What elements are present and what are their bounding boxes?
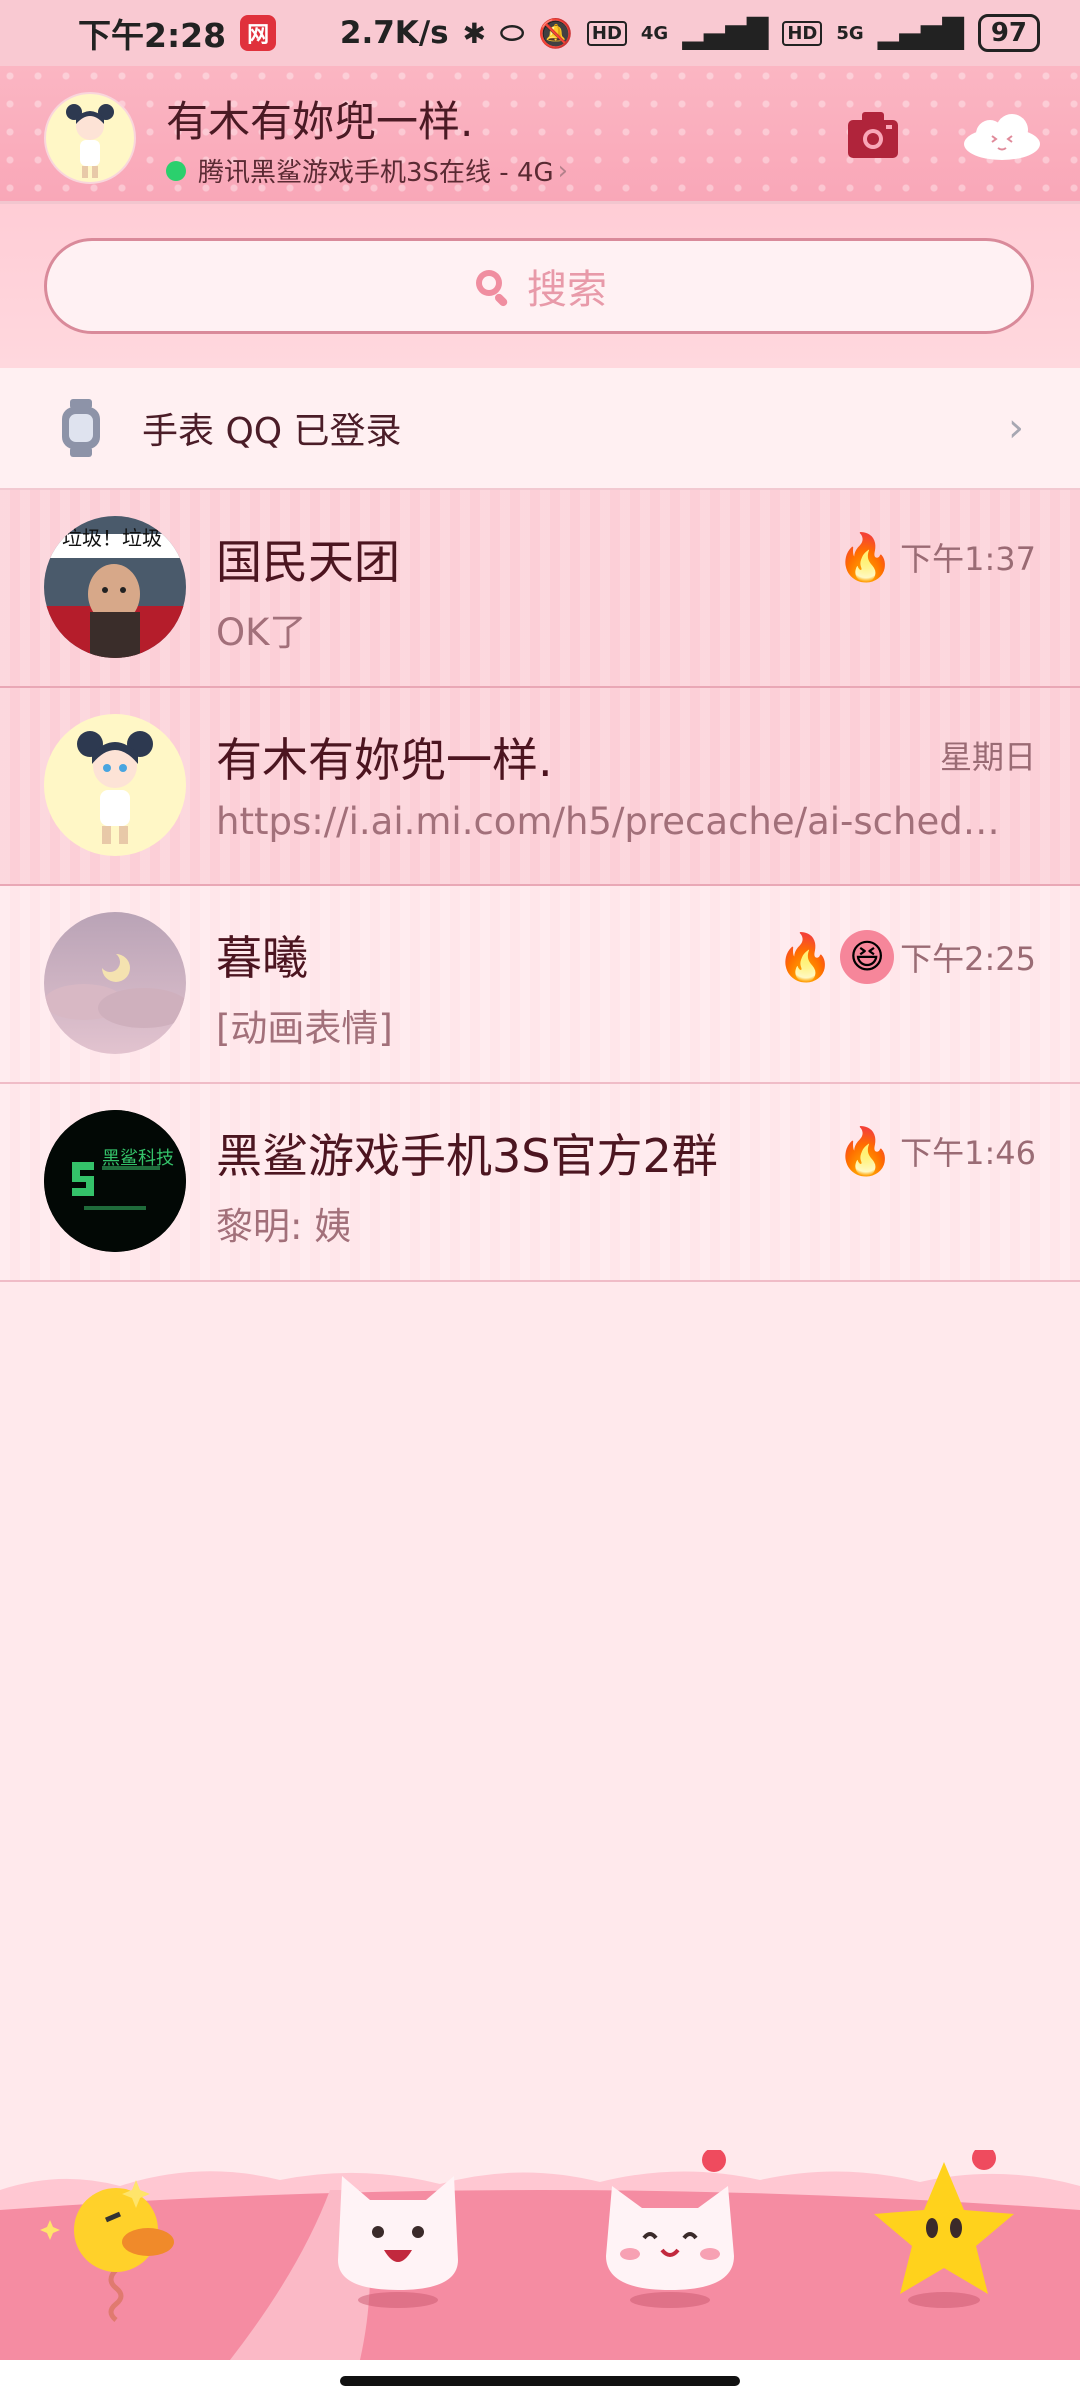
hd-badge-2: HD [782,20,823,46]
conversation-item[interactable]: 暮曦 [动画表情] 🔥 😆 下午2:25 [0,886,1080,1084]
netease-music-icon: 网 [240,15,277,51]
battery-indicator: 97 [977,14,1040,52]
bottom-tab-bar [0,2150,1080,2360]
search-icon [471,265,513,307]
online-status[interactable]: 腾讯黑鲨游戏手机3S在线 - 4G › [166,152,568,189]
cat-icon [338,2176,458,2308]
online-status-text: 腾讯黑鲨游戏手机3S在线 - 4G [198,158,554,188]
conversation-meta: 🔥 😆 下午2:25 [777,930,1036,984]
group-avatar[interactable]: 黑鲨科技 [44,1110,186,1252]
conversation-meta: 星期日 [940,732,1036,778]
watch-qq-banner[interactable]: 手表 QQ 已登录 › [0,368,1080,490]
conversation-item[interactable]: 有木有妳兜一样. https://i.ai.mi.com/h5/precache… [0,688,1080,886]
search-placeholder: 搜索 [527,267,607,313]
search-area: 搜索 [0,204,1080,368]
contacts-tab[interactable] [318,2150,478,2360]
message-tab[interactable] [36,2150,196,2360]
avatar-caption: 垃圾！垃圾 [62,526,162,550]
fire-streak-icon: 🔥 [836,530,895,584]
app-header: 有木有妳兜一样. 腾讯黑鲨游戏手机3S在线 - 4G › [0,66,1080,204]
user-nickname[interactable]: 有木有妳兜一样. [166,88,473,149]
conversation-preview: OK了 [216,611,307,654]
mute-bell-icon: 🔕 [538,16,573,50]
camera-icon[interactable] [846,110,900,160]
kitty-icon [606,2186,734,2308]
bluetooth-icon: ✱ [462,16,487,50]
conversation-name: 有木有妳兜一样. [216,733,553,787]
star-icon [874,2162,1014,2308]
signal-label-4g: 4G [640,22,669,44]
conversation-time: 下午1:46 [900,1134,1036,1172]
qzone-tab[interactable] [590,2150,750,2360]
friend-avatar[interactable] [44,912,186,1054]
friend-avatar[interactable] [44,714,186,856]
duck-icon [40,2180,174,2322]
watch-qq-text: 手表 QQ 已登录 [142,411,402,452]
conversation-time: 下午2:25 [900,940,1036,978]
conversation-name: 国民天团 [216,535,400,589]
fire-streak-icon: 🔥 [776,930,835,984]
vibrate-icon: ⬭ [500,16,524,49]
conversation-preview: [动画表情] [216,1007,393,1050]
signal-label-5g: 5G [836,22,864,44]
chevron-right-icon: › [557,155,569,186]
signal-bars-icon: ▂▄▆█ [682,16,769,50]
fire-streak-icon: 🔥 [836,1124,895,1178]
laughing-flower-icon: 😆 [840,930,895,984]
conversation-time: 下午1:37 [900,540,1036,578]
network-speed: 2.7K/s [339,15,449,51]
avatar-caption: 黑鲨科技 [102,1148,174,1169]
chevron-right-icon: › [1008,405,1024,451]
group-avatar[interactable]: 垃圾！垃圾 [44,516,186,658]
hd-badge: HD [586,20,627,46]
conversation-name: 暮曦 [216,931,308,985]
signal-bars-icon-2: ▂▄▆█ [877,16,964,50]
favorites-tab[interactable] [864,2150,1024,2360]
conversation-name: 黑鲨游戏手机3S官方2群 [216,1129,718,1183]
conversation-meta: 🔥 下午1:46 [837,1128,1036,1174]
conversation-time: 星期日 [939,738,1036,776]
conversation-item[interactable]: 黑鲨科技 黑鲨游戏手机3S官方2群 黎明: 姨 🔥 下午1:46 [0,1084,1080,1282]
watch-icon [62,399,100,457]
search-input[interactable]: 搜索 [44,238,1034,334]
status-bar: 下午2:28 网 2.7K/s ✱ ⬭ 🔕 HD 4G ▂▄▆█ HD 5G ▂… [0,0,1080,66]
user-avatar[interactable] [44,92,136,184]
conversation-meta: 🔥 下午1:37 [837,534,1036,580]
cloud-icon[interactable] [960,110,1044,162]
status-indicators: 2.7K/s ✱ ⬭ 🔕 HD 4G ▂▄▆█ HD 5G ▂▄▆█ 97 [340,14,1040,52]
conversation-preview: https://i.ai.mi.com/h5/precache/ai-sched… [216,800,1022,843]
online-dot-icon [166,160,186,181]
conversation-preview: 黎明: 姨 [216,1205,352,1248]
conversation-list: 垃圾！垃圾 国民天团 OK了 🔥 下午1:37 有木有妳兜一样. https:/… [0,490,1080,1282]
conversation-item[interactable]: 垃圾！垃圾 国民天团 OK了 🔥 下午1:37 [0,490,1080,688]
home-indicator[interactable] [340,2376,740,2386]
status-time: 下午2:28 [78,16,227,55]
